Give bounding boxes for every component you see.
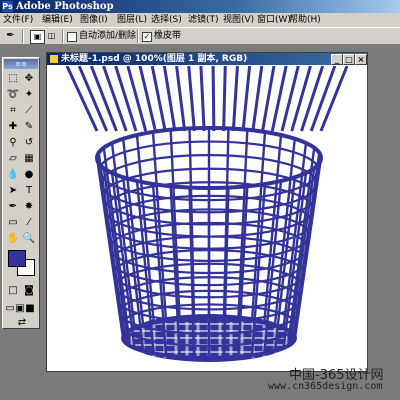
options-bar: ✒ ▣ ◫ 自动添加/删除 ✓ 橡皮带	[0, 27, 400, 45]
path-select-icon[interactable]: ➤	[5, 184, 21, 198]
brush-icon[interactable]: ✎	[21, 120, 37, 134]
healing-brush-icon[interactable]: ✚	[5, 120, 21, 134]
photoshop-icon: Ps	[2, 1, 13, 12]
blur-icon[interactable]: 💧	[5, 168, 21, 182]
document-title: 未标题-1.psd @ 100%(图层 1 副本, RGB)	[61, 54, 248, 64]
toolbox-header[interactable]: ≡≡	[4, 59, 38, 69]
hand-icon[interactable]: ✋	[5, 232, 21, 246]
crop-icon[interactable]: ⌗	[5, 104, 21, 118]
eyedropper-icon[interactable]: ⁄	[21, 216, 37, 230]
lasso-icon[interactable]: ➰	[5, 88, 21, 102]
options-separator	[137, 30, 139, 43]
custom-shape-icon[interactable]: ✸	[21, 200, 37, 214]
standard-mode-icon[interactable]: □	[5, 284, 21, 298]
menu-view[interactable]: 视图(V)	[223, 13, 254, 27]
watermark-url: www.cn365design.com	[268, 381, 383, 392]
auto-add-delete-checkbox[interactable]	[67, 32, 77, 42]
type-icon[interactable]: T	[21, 184, 37, 198]
minimize-button[interactable]: _	[331, 54, 343, 65]
menu-window[interactable]: 窗口(W)	[257, 13, 291, 27]
maximize-button[interactable]: □	[343, 54, 355, 65]
jump-to-imageready-icon[interactable]: ⇄	[11, 316, 33, 330]
zoom-icon[interactable]: 🔍	[21, 232, 37, 246]
menu-help[interactable]: 帮助(H)	[289, 13, 321, 27]
options-separator	[62, 30, 64, 43]
screen-mode-menu-icon[interactable]: ▣	[15, 302, 25, 316]
wire-basket-image	[65, 66, 349, 362]
app-title-bar: Ps Adobe Photoshop	[0, 0, 400, 13]
foreground-color-swatch[interactable]	[8, 250, 26, 267]
clone-stamp-icon[interactable]: ⚲	[5, 136, 21, 150]
menu-file[interactable]: 文件(F)	[3, 13, 33, 27]
quick-mask-icon[interactable]: ◙	[21, 284, 37, 298]
eraser-icon[interactable]: ▱	[5, 152, 21, 166]
dodge-icon[interactable]: ●	[21, 168, 37, 182]
gradient-icon[interactable]: ▦	[21, 152, 37, 166]
slice-icon[interactable]: ⟋	[21, 104, 37, 118]
rubber-band-label: 橡皮带	[154, 31, 182, 41]
toolbox: ≡≡ ⬚ ✥ ➰ ✦ ⌗ ⟋ ✚ ✎ ⚲ ↺ ▱ ▦ 💧 ● ➤ T ✒ ✸ ▭…	[2, 57, 40, 329]
notes-icon[interactable]: ▭	[5, 216, 21, 230]
close-button[interactable]: ×	[355, 54, 367, 65]
magic-wand-icon[interactable]: ✦	[21, 88, 37, 102]
menu-select[interactable]: 选择(S)	[151, 13, 182, 27]
menu-bar: 文件(F) 编辑(E) 图像(I) 图层(L) 选择(S) 滤镜(T) 视图(V…	[0, 13, 400, 27]
document-icon	[50, 55, 58, 63]
options-separator	[22, 30, 24, 43]
shape-layers-icon[interactable]: ▣	[30, 30, 45, 44]
canvas[interactable]	[49, 66, 365, 368]
auto-add-delete-label: 自动添加/删除	[79, 31, 137, 41]
move-icon[interactable]: ✥	[21, 72, 37, 86]
menu-edit[interactable]: 编辑(E)	[42, 13, 73, 27]
pen-tool-icon[interactable]: ✒	[5, 200, 21, 214]
document-window: 未标题-1.psd @ 100%(图层 1 副本, RGB) _ □ ×	[46, 52, 368, 372]
app-title: Adobe Photoshop	[16, 1, 114, 12]
menu-image[interactable]: 图像(I)	[80, 13, 108, 27]
rubber-band-checkbox[interactable]: ✓	[142, 32, 152, 42]
history-brush-icon[interactable]: ↺	[21, 136, 37, 150]
screen-mode-full-icon[interactable]: ■	[25, 302, 35, 316]
screen-mode-standard-icon[interactable]: ▭	[5, 302, 15, 316]
paths-icon[interactable]: ◫	[45, 30, 58, 42]
menu-filter[interactable]: 滤镜(T)	[188, 13, 219, 27]
document-title-bar[interactable]: 未标题-1.psd @ 100%(图层 1 副本, RGB) _ □ ×	[47, 53, 367, 65]
menu-layer[interactable]: 图层(L)	[117, 13, 147, 27]
pen-icon[interactable]: ✒	[4, 30, 17, 42]
workspace-background	[370, 45, 400, 400]
marquee-icon[interactable]: ⬚	[5, 72, 21, 86]
